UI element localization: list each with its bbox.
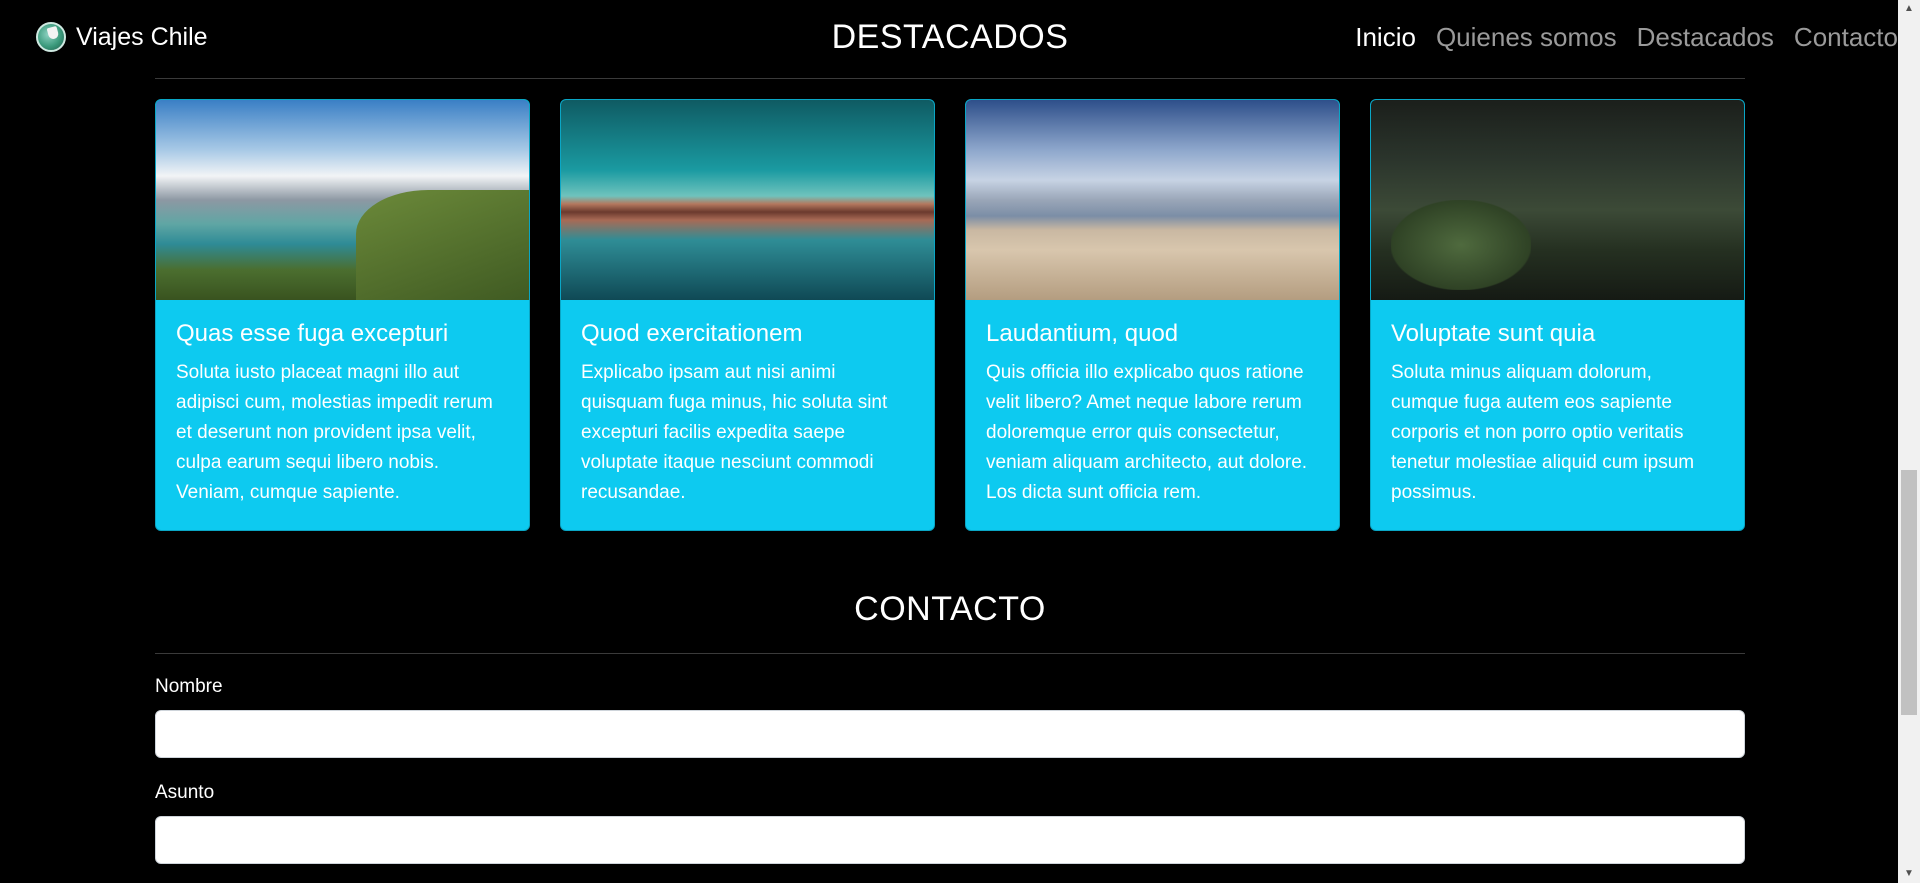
asunto-label: Asunto [155, 782, 215, 803]
card-title: Voluptate sunt quia [1391, 320, 1596, 347]
card-image-salt-flat [966, 100, 1339, 300]
card-text: Soluta iusto placeat magni illo aut adip… [176, 362, 493, 503]
card-text: Soluta minus aliquam dolorum, cumque fug… [1391, 362, 1695, 503]
card-text: Explicabo ipsam aut nisi animi quisquam … [581, 362, 888, 503]
section-title-contacto: CONTACTO [854, 590, 1046, 628]
contact-form: Nombre Asunto [155, 676, 1745, 883]
card-body: Quas esse fuga excepturi Soluta iusto pl… [156, 300, 529, 528]
featured-card[interactable]: Voluptate sunt quia Soluta minus aliquam… [1370, 99, 1745, 531]
card-body: Laudantium, quod Quis officia illo expli… [966, 300, 1339, 528]
divider [155, 653, 1745, 654]
scroll-thumb[interactable] [1901, 470, 1917, 715]
card-body: Quod exercitationem Explicabo ipsam aut … [561, 300, 934, 528]
card-image-mountains-lake [156, 100, 529, 300]
card-body: Voluptate sunt quia Soluta minus aliquam… [1371, 300, 1744, 528]
divider [155, 78, 1745, 79]
featured-card[interactable]: Quod exercitationem Explicabo ipsam aut … [560, 99, 935, 531]
featured-card[interactable]: Quas esse fuga excepturi Soluta iusto pl… [155, 99, 530, 531]
card-title: Quas esse fuga excepturi [176, 320, 449, 347]
featured-cards: Quas esse fuga excepturi Soluta iusto pl… [155, 99, 1745, 531]
nombre-input[interactable] [155, 710, 1745, 758]
section-title-destacados: DESTACADOS [831, 18, 1069, 56]
card-title: Laudantium, quod [986, 320, 1179, 347]
card-title: Quod exercitationem [581, 320, 803, 347]
card-image-reflection-lake [561, 100, 934, 300]
globe-logo-icon [36, 22, 66, 52]
nav-link-contacto[interactable]: Contacto [1794, 22, 1898, 53]
asunto-input[interactable] [155, 816, 1745, 864]
card-image-forest [1371, 100, 1744, 300]
scroll-up-arrow-icon[interactable]: ▲ [1898, 0, 1920, 18]
featured-card[interactable]: Laudantium, quod Quis officia illo expli… [965, 99, 1340, 531]
scrollbar[interactable]: ▲ ▼ [1898, 0, 1920, 883]
nombre-label: Nombre [155, 676, 223, 697]
scroll-down-arrow-icon[interactable]: ▼ [1898, 865, 1920, 883]
card-text: Quis officia illo explicabo quos ratione… [986, 362, 1308, 503]
